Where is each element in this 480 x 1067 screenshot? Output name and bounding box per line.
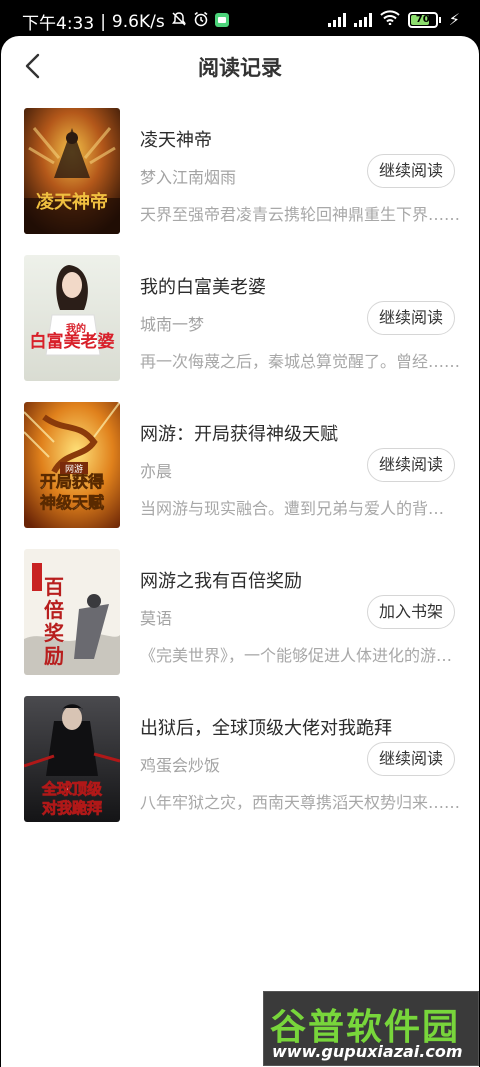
svg-text:百: 百 bbox=[44, 575, 64, 599]
status-left: 下午4:33 | 9.6K/s bbox=[22, 9, 229, 34]
book-cover[interactable]: 开局获得 神级天赋 网游 bbox=[24, 402, 120, 528]
book-title[interactable]: 网游之我有百倍奖励 bbox=[140, 567, 302, 593]
book-author: 鸡蛋会炒饭 bbox=[140, 756, 221, 775]
battery-icon: 70 bbox=[407, 11, 438, 28]
book-title[interactable]: 出狱后，全球顶级大佬对我跪拜 bbox=[140, 714, 392, 740]
svg-text:对我跪拜: 对我跪拜 bbox=[42, 799, 102, 817]
continue-reading-button[interactable]: 继续阅读 bbox=[367, 154, 455, 188]
signal-2-icon bbox=[353, 12, 372, 27]
list-item[interactable]: 百 倍 奖 励 网游之我有百倍奖励 莫语 加入书架 《完美世界》，一个能够促进人… bbox=[1, 549, 479, 696]
svg-text:网游: 网游 bbox=[65, 463, 83, 475]
mute-icon bbox=[171, 11, 187, 32]
svg-text:凌天神帝: 凌天神帝 bbox=[36, 191, 108, 213]
battery-level: 70 bbox=[415, 14, 430, 25]
book-author: 梦入江南烟雨 bbox=[140, 168, 237, 187]
book-description: 当网游与现实融合。遭到兄弟与爱人的背叛…… bbox=[140, 499, 460, 518]
status-speed: 9.6K/s bbox=[111, 11, 165, 32]
svg-text:神级天赋: 神级天赋 bbox=[40, 493, 104, 512]
add-to-bookshelf-button[interactable]: 加入书架 bbox=[367, 595, 455, 629]
book-description: 八年牢狱之灾，西南天尊携滔天权势归来…… bbox=[140, 793, 460, 812]
app-notification-icon bbox=[214, 12, 229, 32]
svg-text:奖: 奖 bbox=[44, 621, 65, 645]
phone-screen: 下午4:33 | 9.6K/s 70 ⚡ 阅读记录 凌天神帝 凌天神帝 梦入江南… bbox=[0, 0, 480, 1067]
alarm-icon bbox=[193, 11, 209, 32]
book-author: 莫语 bbox=[140, 609, 173, 628]
page-title: 阅读记录 bbox=[198, 56, 282, 80]
book-title[interactable]: 凌天神帝 bbox=[140, 126, 212, 152]
continue-reading-button[interactable]: 继续阅读 bbox=[367, 742, 455, 776]
svg-text:我的: 我的 bbox=[66, 322, 86, 335]
battery-tip bbox=[438, 16, 441, 23]
status-right: 70 ⚡ bbox=[327, 10, 460, 29]
svg-text:全球顶级: 全球顶级 bbox=[41, 780, 103, 798]
watermark-url: www.gupuxiazai.com bbox=[272, 1042, 463, 1061]
wifi-icon bbox=[380, 10, 400, 29]
list-item[interactable]: 凌天神帝 凌天神帝 梦入江南烟雨 继续阅读 天界至强帝君凌青云携轮回神鼎重生下界… bbox=[1, 108, 479, 255]
list-item[interactable]: 白富美老婆 我的 我的白富美老婆 城南一梦 继续阅读 再一次侮蔑之后，秦城总算觉… bbox=[1, 255, 479, 402]
book-cover[interactable]: 全球顶级 对我跪拜 bbox=[24, 696, 120, 822]
svg-text:励: 励 bbox=[44, 644, 64, 668]
reading-history-page: 阅读记录 凌天神帝 凌天神帝 梦入江南烟雨 继续阅读 天界至强帝君凌青云携轮回神… bbox=[1, 36, 479, 1067]
header: 阅读记录 bbox=[1, 36, 479, 96]
signal-1-icon bbox=[327, 12, 346, 27]
book-author: 城南一梦 bbox=[140, 315, 205, 334]
status-bar: 下午4:33 | 9.6K/s 70 ⚡ bbox=[0, 0, 480, 40]
continue-reading-button[interactable]: 继续阅读 bbox=[367, 448, 455, 482]
watermark: 谷普软件园 www.gupuxiazai.com bbox=[263, 991, 479, 1066]
book-cover[interactable]: 百 倍 奖 励 bbox=[24, 549, 120, 675]
book-description: 《完美世界》，一个能够促进人体进化的游戏…… bbox=[140, 646, 460, 665]
continue-reading-button[interactable]: 继续阅读 bbox=[367, 301, 455, 335]
list-item[interactable]: 全球顶级 对我跪拜 出狱后，全球顶级大佬对我跪拜 鸡蛋会炒饭 继续阅读 八年牢狱… bbox=[1, 696, 479, 843]
book-author: 亦晨 bbox=[140, 462, 173, 481]
book-description: 再一次侮蔑之后，秦城总算觉醒了。曾经…… bbox=[140, 352, 460, 371]
book-cover[interactable]: 白富美老婆 我的 bbox=[24, 255, 120, 381]
status-time: 下午4:33 bbox=[22, 14, 95, 34]
status-divider: | bbox=[100, 11, 106, 32]
book-title[interactable]: 我的白富美老婆 bbox=[140, 273, 266, 299]
list-item[interactable]: 开局获得 神级天赋 网游 网游：开局获得神级天赋 亦晨 继续阅读 当网游与现实融… bbox=[1, 402, 479, 549]
book-cover[interactable]: 凌天神帝 bbox=[24, 108, 120, 234]
svg-text:倍: 倍 bbox=[44, 598, 64, 622]
book-title[interactable]: 网游：开局获得神级天赋 bbox=[140, 420, 338, 446]
book-list: 凌天神帝 凌天神帝 梦入江南烟雨 继续阅读 天界至强帝君凌青云携轮回神鼎重生下界… bbox=[1, 108, 479, 843]
book-description: 天界至强帝君凌青云携轮回神鼎重生下界…… bbox=[140, 205, 460, 224]
charging-icon: ⚡ bbox=[448, 10, 460, 29]
